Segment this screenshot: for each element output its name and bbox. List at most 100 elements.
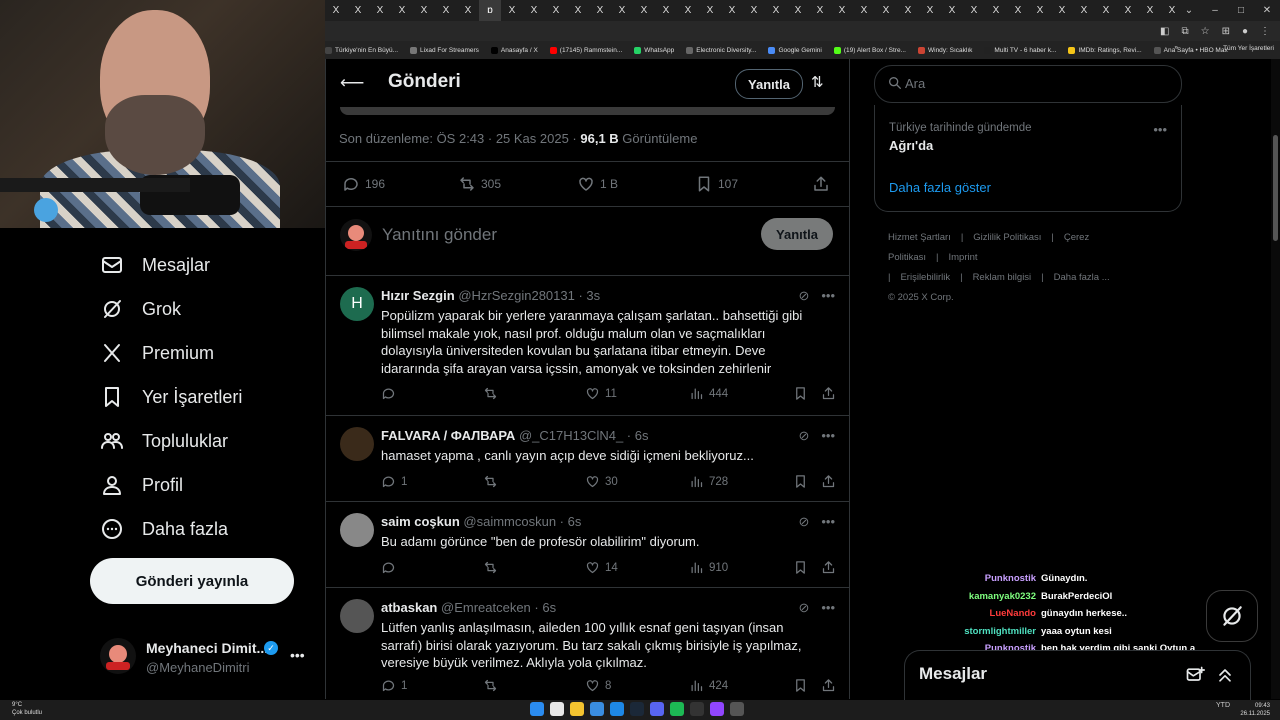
share-action[interactable] [812,175,830,193]
reply-more-icon[interactable]: ••• [821,428,835,444]
repost-action[interactable]: 305 [458,175,501,193]
like-action[interactable]: 30 [585,474,618,489]
nav-item-communities[interactable]: Topluluklar [100,429,228,453]
browser-tab[interactable]: X [831,0,853,21]
maximize-icon[interactable]: □ [1228,0,1254,21]
store-icon[interactable] [590,702,604,716]
bookmark-item[interactable]: Windy: Sıcaklık [917,46,972,54]
twitch-icon[interactable] [710,702,724,716]
browser-tab[interactable]: X [1117,0,1139,21]
browser-tab[interactable]: X [897,0,919,21]
bookmark-action[interactable] [793,560,808,575]
browser-tab[interactable]: X [699,0,721,21]
footer-link[interactable]: © 2025 X Corp. [888,292,954,303]
bookmark-item[interactable]: Multi TV - 6 haber k... [984,46,1056,54]
extension-icon[interactable]: ◧ [1160,26,1169,37]
collapse-chevron-icon[interactable] [1215,665,1235,685]
browser-tab[interactable]: X [1051,0,1073,21]
trend-title[interactable]: Ağrı'da [889,138,933,153]
reply-item[interactable]: atbaskan @Emreatceken · 6s ⊘ ••• Lütfen yan… [326,587,849,699]
tab-search-icon[interactable]: ⌄ [1176,0,1202,21]
reply-author-name[interactable]: atbaskan [381,600,437,615]
browser-tab[interactable]: X [721,0,743,21]
browser-tab[interactable]: X [787,0,809,21]
composer-reply-button[interactable]: Yanıtla [761,218,833,250]
bookmark-action[interactable] [793,474,808,489]
browser-tab[interactable]: X [677,0,699,21]
footer-link[interactable]: Imprint [948,252,977,263]
minimize-icon[interactable]: – [1202,0,1228,21]
grok-icon[interactable]: ⊘ [798,288,809,304]
reply-input[interactable]: Yanıtını gönder [382,225,497,245]
system-tray[interactable]: YTD [1216,702,1230,709]
cast-icon[interactable]: ⧉ [1181,26,1188,37]
bookmark-item[interactable]: Google Gemini [768,46,822,54]
back-arrow-icon[interactable]: ⟵ [340,73,364,93]
browser-tab[interactable]: X [633,0,655,21]
browser-tab[interactable]: X [1029,0,1051,21]
bookmark-item[interactable]: Lixad For Streamers [410,46,479,54]
browser-tab[interactable]: X [941,0,963,21]
bookmark-action[interactable] [793,678,808,693]
bookmark-item[interactable]: Ana Sayfa • HBO Max [1153,46,1228,54]
browser-tab[interactable]: X [413,0,435,21]
browser-tab[interactable]: X [435,0,457,21]
reply-author-name[interactable]: Hızır Sezgin [381,288,455,303]
reply-action[interactable]: 196 [342,175,385,193]
share-action[interactable] [821,560,836,575]
bookmark-item[interactable]: Türkiye'nin En Büyü... [325,46,398,54]
account-more-icon[interactable]: ••• [290,647,305,663]
messages-dock[interactable]: Mesajlar [904,650,1251,701]
bookmark-action[interactable] [793,386,808,401]
bookmark-item[interactable]: IMDb: Ratings, Revi... [1068,46,1142,54]
browser-tab[interactable]: X [743,0,765,21]
reply-more-icon[interactable]: ••• [821,288,835,304]
bookmark-item[interactable]: WhatsApp [634,46,674,54]
search-input[interactable]: Ara [905,76,925,91]
browser-tab[interactable]: X [611,0,633,21]
browser-tab[interactable]: X [809,0,831,21]
discord-icon[interactable] [650,702,664,716]
repost-action[interactable] [483,386,503,401]
browser-tab[interactable]: X [655,0,677,21]
reply-item[interactable]: H Hızır Sezgin @HzrSezgin280131 · 3s ⊘ ••• P… [326,275,849,416]
nav-item-grok[interactable]: Grok [100,297,181,321]
bookmark-item[interactable]: (19) Alert Box / Stre... [833,46,906,54]
grok-floating-button[interactable] [1206,590,1258,642]
browser-tab[interactable]: X [963,0,985,21]
browser-tab[interactable]: X [325,0,347,21]
repost-action[interactable] [483,678,503,693]
reply-more-icon[interactable]: ••• [821,600,835,616]
views-action[interactable]: 910 [689,560,728,575]
footer-link[interactable]: Gizlilik Politikası [973,232,1041,243]
share-action[interactable] [821,678,836,693]
like-action[interactable]: 1 B [577,175,618,193]
share-action[interactable] [821,386,836,401]
browser-tab[interactable]: X [523,0,545,21]
browser-tab[interactable]: X [391,0,413,21]
folder-icon[interactable] [570,702,584,716]
profile-icon[interactable]: ● [1242,26,1248,37]
steam-icon[interactable] [630,702,644,716]
weather-widget[interactable]: 9°C Çok bulutlu [12,701,42,717]
extensions-puzzle-icon[interactable]: ⊞ [1222,26,1230,37]
grok-icon[interactable]: ⊘ [798,514,809,530]
clock[interactable]: 09:43 26.11.2025 [1240,702,1270,718]
browser-tab[interactable]: X [875,0,897,21]
browser-tab[interactable]: X [369,0,391,21]
avatar[interactable] [340,427,374,461]
nav-item-messages[interactable]: Mesajlar [100,253,210,277]
browser-tab[interactable]: X [457,0,479,21]
grok-icon[interactable]: ⊘ [798,600,809,616]
bookmark-item[interactable]: Anasayfa / X [490,46,538,54]
search-box[interactable]: Ara [874,65,1182,103]
browser-tab[interactable]: X [985,0,1007,21]
footer-link[interactable]: Hizmet Şartları [888,232,951,243]
all-bookmarks-button[interactable]: Tüm Yer İşaretleri [1223,45,1274,52]
browser-tab[interactable]: X [919,0,941,21]
browser-menu-icon[interactable]: ⋮ [1260,26,1270,37]
repost-action[interactable] [483,474,503,489]
footer-link[interactable]: Erişilebilirlik [900,272,950,283]
like-action[interactable]: 14 [585,560,618,575]
browser-tab[interactable]: X [347,0,369,21]
